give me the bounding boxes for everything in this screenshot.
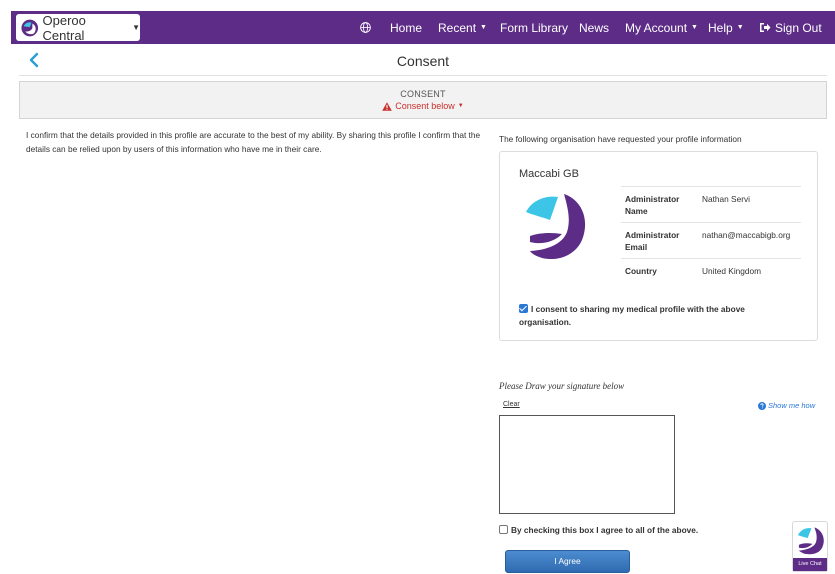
consent-below-label: Consent below: [395, 101, 455, 111]
agreement-label: By checking this box I agree to all of t…: [511, 525, 699, 535]
agreement-checkbox-row: By checking this box I agree to all of t…: [499, 525, 698, 535]
operoo-logo-icon: [21, 19, 39, 36]
sign-out-icon: [760, 23, 771, 32]
chevron-down-icon: ▼: [691, 24, 698, 31]
medical-consent-checkbox-row: I consent to sharing my medical profile …: [519, 303, 799, 329]
brand-dropdown[interactable]: Operoo Central ▼: [16, 12, 140, 43]
globe-icon[interactable]: [360, 22, 371, 33]
consent-below-dropdown[interactable]: Consent below ▼: [20, 101, 826, 111]
top-navbar: Operoo Central ▼ Home Recent ▼ Form Libr…: [11, 11, 835, 44]
nav-my-account-label: My Account: [625, 20, 688, 35]
table-row: Administrator Email nathan@maccabigb.org: [621, 222, 801, 259]
nav-home-label: Home: [390, 20, 423, 35]
consent-statement: I confirm that the details provided in t…: [26, 130, 481, 154]
organisation-name: Maccabi GB: [519, 168, 579, 180]
nav-news-label: News: [579, 20, 610, 35]
nav-home[interactable]: Home: [390, 11, 422, 44]
page-title: Consent: [396, 53, 450, 69]
chevron-down-icon: ▼: [457, 103, 464, 109]
detail-value: United Kingdom: [698, 258, 801, 282]
signature-pad[interactable]: [499, 415, 675, 514]
chevron-down-icon: ▼: [480, 24, 487, 31]
nav-recent-label: Recent: [438, 20, 477, 35]
table-row: Administrator Name Nathan Servi: [621, 186, 801, 223]
maccabi-logo-icon: [526, 194, 586, 260]
nav-sign-out[interactable]: Sign Out: [759, 11, 822, 44]
medical-consent-label: I consent to sharing my medical profile …: [519, 304, 745, 327]
nav-my-account[interactable]: My Account ▼: [625, 11, 698, 44]
nav-sign-out-label: Sign Out: [775, 20, 822, 35]
nav-form-library-label: Form Library: [500, 20, 569, 35]
signature-label: Please Draw your signature below: [499, 381, 625, 391]
detail-key: Country: [621, 258, 698, 282]
chevron-down-icon: ▼: [736, 24, 744, 31]
agreement-checkbox[interactable]: [499, 525, 508, 534]
nav-form-library[interactable]: Form Library: [500, 11, 568, 44]
brand-label: Operoo Central: [42, 12, 86, 43]
medical-consent-checkbox[interactable]: [519, 304, 528, 313]
nav-help-label: Help: [708, 20, 733, 35]
consent-status-label: CONSENT: [400, 89, 446, 99]
warning-triangle-icon: [382, 101, 393, 111]
detail-value: nathan@maccabigb.org: [698, 222, 801, 259]
table-row: Country United Kingdom: [621, 258, 801, 282]
show-me-how-label: Show me how: [768, 401, 816, 410]
consent-status-bar: CONSENT Consent below ▼: [19, 81, 827, 119]
i-agree-button[interactable]: I Agree: [505, 550, 630, 573]
show-me-how-link[interactable]: Show me how: [758, 401, 815, 410]
page-header: Consent: [19, 46, 827, 76]
operoo-logo-icon: [797, 527, 824, 555]
nav-help[interactable]: Help ▼: [708, 11, 744, 44]
detail-value: Nathan Servi: [698, 186, 801, 223]
nav-news[interactable]: News: [579, 11, 609, 44]
nav-recent[interactable]: Recent ▼: [438, 11, 487, 44]
detail-key: Administrator Name: [621, 186, 698, 223]
clear-signature-link[interactable]: Clear: [503, 401, 520, 408]
live-chat-widget[interactable]: Live Chat: [792, 521, 828, 572]
request-intro: The following organisation have requeste…: [499, 134, 742, 144]
live-chat-label: Live Chat: [793, 558, 827, 571]
question-circle-icon: [758, 401, 766, 410]
chevron-down-icon: ▼: [132, 23, 140, 32]
detail-key: Administrator Email: [621, 222, 698, 259]
organisation-card: Maccabi GB Administrator Name Nathan Ser…: [499, 151, 818, 341]
organisation-details-table: Administrator Name Nathan Servi Administ…: [621, 186, 801, 282]
